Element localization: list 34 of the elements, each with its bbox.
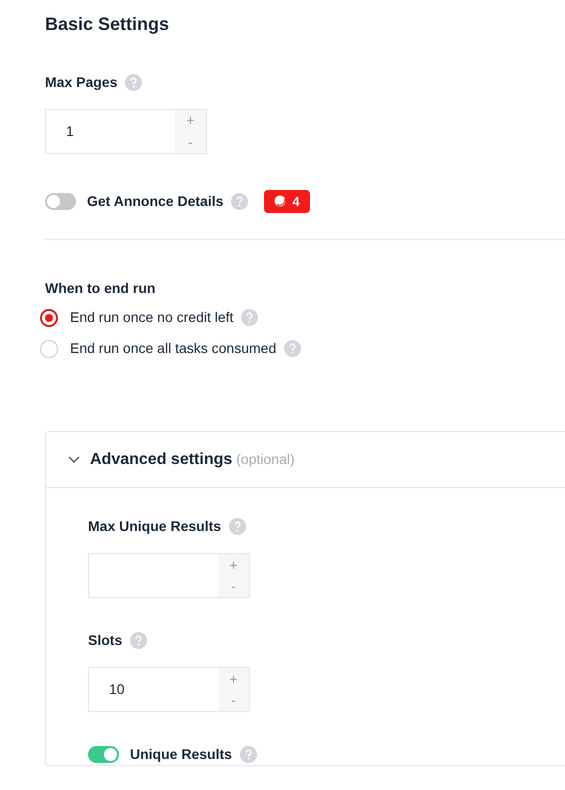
- help-icon[interactable]: [130, 632, 148, 650]
- decrement-button[interactable]: -: [218, 576, 249, 598]
- optional-note: (optional): [236, 450, 295, 467]
- field-label: Slots: [88, 631, 122, 650]
- help-icon[interactable]: [284, 340, 302, 358]
- credit-badge: 4: [264, 190, 310, 214]
- field-label: Max Pages: [45, 72, 118, 92]
- group-label: When to end run: [45, 279, 156, 298]
- help-icon[interactable]: [240, 746, 257, 764]
- help-icon[interactable]: [231, 192, 248, 210]
- number-field[interactable]: + -: [88, 553, 250, 598]
- field-label: Max Unique Results: [88, 517, 222, 536]
- number-field[interactable]: 1 + -: [45, 108, 207, 154]
- toggle-switch[interactable]: [88, 746, 119, 764]
- panel-header[interactable]: Advanced settings (optional): [46, 432, 565, 488]
- chevron-icon[interactable]: [68, 456, 80, 464]
- decrement-button[interactable]: -: [175, 131, 206, 153]
- toggle-label: Unique Results: [130, 745, 232, 764]
- panel-title-text: Advanced settings: [90, 450, 232, 468]
- increment-button[interactable]: +: [218, 554, 249, 576]
- option-label: End run once all tasks consumed: [70, 339, 276, 358]
- toggle-switch[interactable]: [45, 192, 76, 210]
- help-icon[interactable]: [229, 518, 246, 536]
- increment-button[interactable]: +: [218, 668, 249, 690]
- radio-button[interactable]: [40, 308, 58, 327]
- section-title: Basic Settings: [45, 14, 170, 36]
- option-label: End run once no credit left: [70, 308, 234, 328]
- toggle-label: Get Annonce Details: [87, 192, 224, 211]
- decrement-button[interactable]: -: [218, 690, 249, 712]
- increment-button[interactable]: +: [175, 110, 206, 132]
- help-icon[interactable]: [125, 74, 142, 91]
- coin-icon: [274, 195, 286, 208]
- number-field[interactable]: 10 + -: [88, 667, 250, 712]
- help-icon[interactable]: [241, 309, 258, 326]
